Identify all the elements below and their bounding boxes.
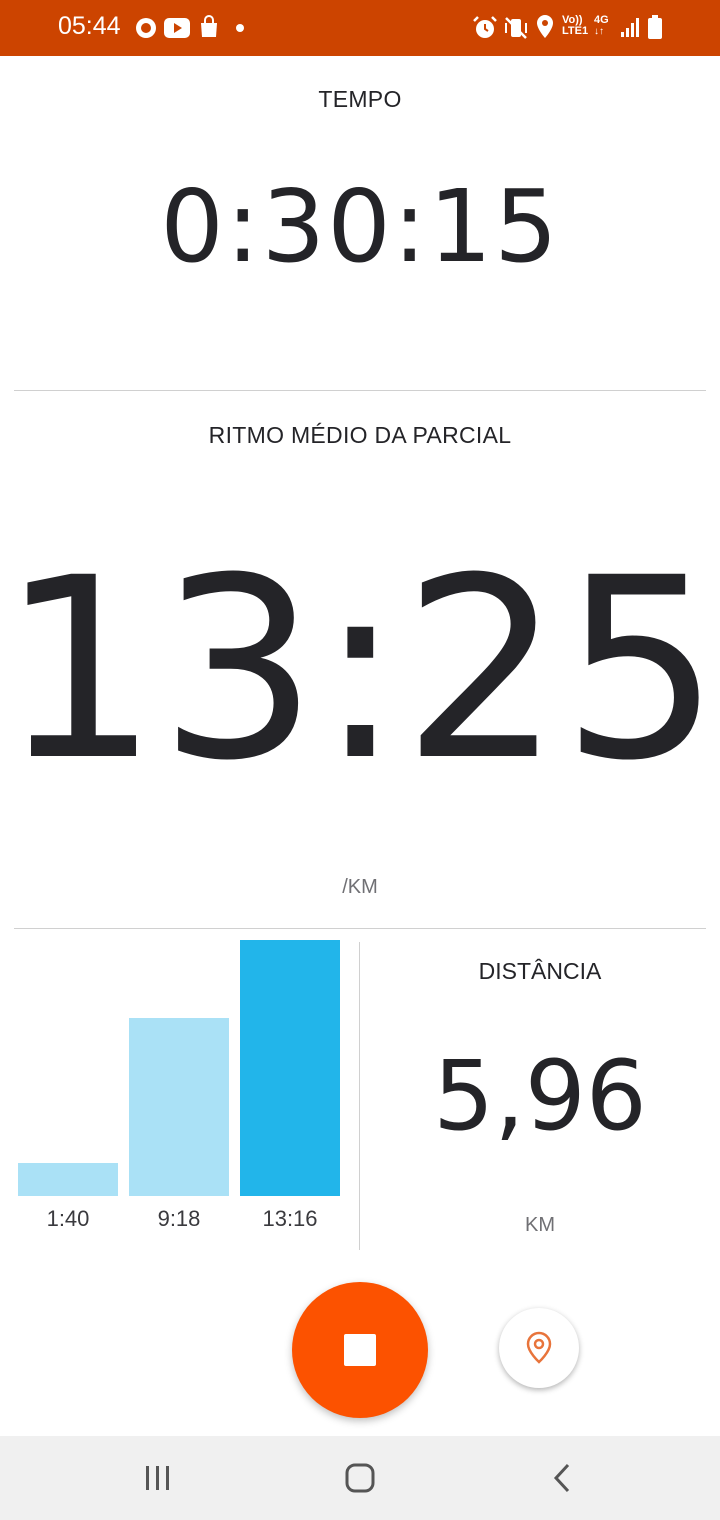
status-time: 05:44 xyxy=(58,12,121,40)
splits-chart: 1:40 9:18 13:16 xyxy=(14,936,344,1246)
home-icon xyxy=(345,1463,375,1493)
shopping-bag-icon xyxy=(201,15,217,37)
distance-unit: KM xyxy=(525,1214,555,1236)
pace-label: RITMO MÉDIO DA PARCIAL xyxy=(208,422,512,448)
split-bar-fill xyxy=(18,1163,118,1196)
split-label: 9:18 xyxy=(157,1206,201,1231)
location-button[interactable] xyxy=(499,1308,579,1388)
elapsed-time-value: 0:30:15 xyxy=(160,168,560,285)
location-pin-icon xyxy=(526,1331,552,1364)
status-bar: 05:44 Vo)) LTE1 4G ↓↑ xyxy=(0,0,720,56)
record-icon xyxy=(136,18,156,38)
distance-label: DISTÂNCIA xyxy=(478,958,602,984)
split-bar-fill xyxy=(240,940,340,1196)
home-button[interactable] xyxy=(330,1458,390,1498)
divider xyxy=(14,390,706,391)
alarm-icon xyxy=(473,16,497,38)
split-bar-2 xyxy=(129,940,229,1196)
split-pace-value: 13:25 xyxy=(0,524,720,815)
stop-icon xyxy=(344,1334,376,1366)
signal-icon xyxy=(621,18,639,37)
volte-icon: Vo)) LTE1 xyxy=(562,14,589,37)
split-label: 13:16 xyxy=(262,1206,318,1231)
location-icon xyxy=(537,15,553,38)
recents-button[interactable] xyxy=(128,1458,188,1498)
battery-icon xyxy=(648,15,662,39)
back-icon xyxy=(553,1463,570,1493)
4g-icon: 4G ↓↑ xyxy=(594,14,609,38)
youtube-icon xyxy=(164,18,190,38)
split-bar-1 xyxy=(18,940,118,1196)
back-button[interactable] xyxy=(532,1458,592,1498)
vibrate-icon xyxy=(505,17,527,39)
navigation-bar xyxy=(0,1436,720,1520)
split-bar-fill xyxy=(129,1018,229,1196)
dot-icon xyxy=(236,24,244,32)
recents-icon xyxy=(146,1466,169,1490)
distance-value: 5,96 xyxy=(433,1040,647,1152)
stop-button[interactable] xyxy=(292,1282,428,1418)
pace-unit: /KM xyxy=(342,876,378,898)
divider xyxy=(14,928,706,929)
split-bar-3 xyxy=(240,940,340,1196)
time-label: TEMPO xyxy=(318,86,402,112)
split-label: 1:40 xyxy=(46,1206,90,1231)
